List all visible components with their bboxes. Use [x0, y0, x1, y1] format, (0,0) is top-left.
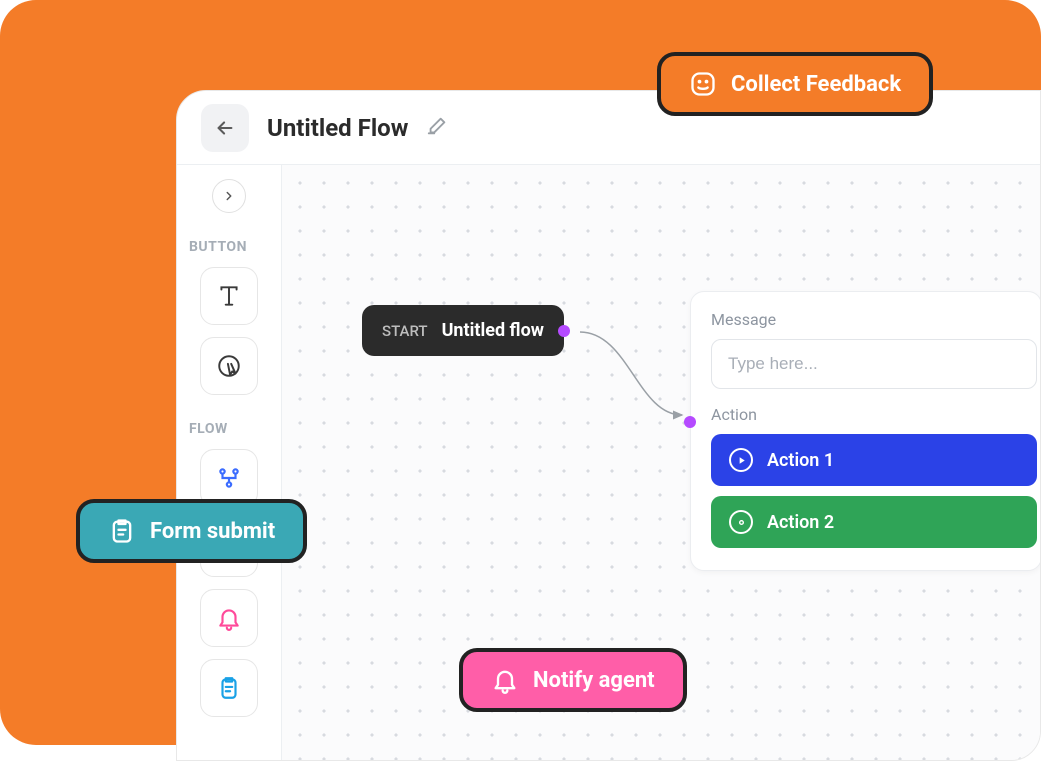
action-1-label: Action 1	[767, 450, 834, 471]
action-1-button[interactable]: Action 1	[711, 434, 1037, 486]
chip-label: Collect Feedback	[731, 72, 901, 97]
sidebar-section-button: BUTTON	[189, 239, 269, 255]
message-action-panel[interactable]: Message Action Action 1 Action 2	[690, 291, 1041, 571]
start-node[interactable]: START Untitled flow	[362, 305, 564, 356]
sidebar-item-notify[interactable]	[200, 589, 258, 647]
start-tag: START	[382, 322, 428, 340]
branch-icon	[216, 465, 242, 491]
play-icon	[729, 448, 753, 472]
chip-label: Form submit	[150, 519, 275, 544]
smiley-icon	[689, 70, 717, 98]
connector-line	[578, 330, 688, 430]
clipboard-icon	[108, 517, 136, 545]
node-output-port[interactable]	[558, 325, 570, 337]
action-2-button[interactable]: Action 2	[711, 496, 1037, 548]
action-2-label: Action 2	[767, 512, 834, 533]
clipboard-icon	[216, 675, 242, 701]
sidebar-item-cursor[interactable]	[200, 337, 258, 395]
start-flow-name: Untitled flow	[442, 320, 544, 341]
bell-icon	[216, 605, 242, 631]
sidebar: BUTTON FLOW	[177, 165, 282, 760]
sidebar-section-flow: FLOW	[189, 421, 269, 437]
message-input[interactable]	[711, 339, 1037, 389]
pencil-icon	[426, 115, 448, 137]
form-submit-chip[interactable]: Form submit	[76, 499, 307, 563]
node-input-port[interactable]	[684, 416, 696, 428]
sidebar-item-form[interactable]	[200, 659, 258, 717]
arrow-left-icon	[214, 117, 236, 139]
cursor-icon	[216, 353, 242, 379]
chip-label: Notify agent	[533, 668, 655, 693]
edit-title-button[interactable]	[426, 115, 448, 141]
collect-feedback-chip[interactable]: Collect Feedback	[657, 52, 933, 116]
sidebar-collapse-button[interactable]	[212, 179, 246, 213]
bell-icon	[491, 666, 519, 694]
action-label: Action	[711, 405, 1037, 424]
chevron-right-icon	[222, 189, 236, 203]
target-icon	[729, 510, 753, 534]
message-label: Message	[711, 310, 1037, 329]
flow-title: Untitled Flow	[267, 114, 408, 142]
notify-agent-chip[interactable]: Notify agent	[459, 648, 687, 712]
text-icon	[216, 283, 242, 309]
back-button[interactable]	[201, 104, 249, 152]
sidebar-item-text[interactable]	[200, 267, 258, 325]
